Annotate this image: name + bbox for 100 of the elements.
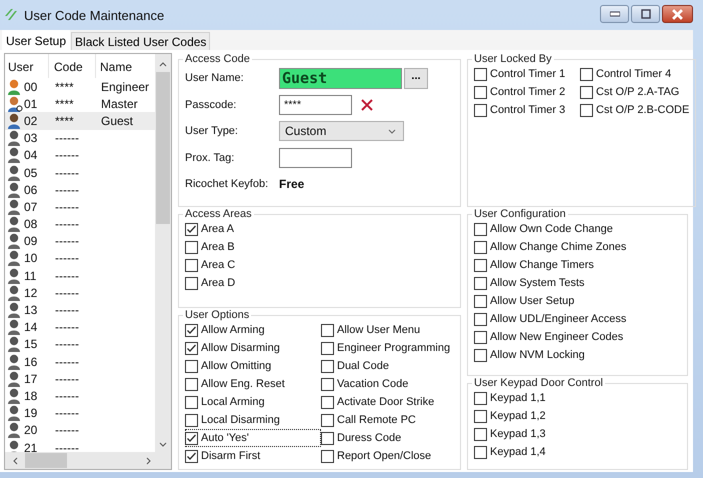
user-row[interactable]: 07 ------ — [5, 198, 156, 216]
checkbox-label[interactable]: Disarm First — [201, 450, 260, 462]
scroll-left-icon[interactable] — [13, 457, 18, 465]
checkbox-label[interactable]: Local Arming — [201, 396, 265, 408]
checkbox-label[interactable]: Area B — [201, 241, 235, 253]
user-row[interactable]: 12 ------ — [5, 284, 156, 302]
column-header[interactable]: Name — [96, 54, 152, 78]
checkbox-label[interactable]: Local Disarming — [201, 414, 280, 426]
checkbox[interactable] — [185, 258, 198, 272]
checkbox[interactable] — [185, 240, 198, 254]
user-row[interactable]: 01 **** Master — [5, 95, 156, 112]
prox-tag-field[interactable] — [279, 148, 352, 168]
checkbox-label[interactable]: Activate Door Strike — [337, 396, 434, 408]
checkbox-label[interactable]: Keypad 1,1 — [490, 392, 546, 404]
checkbox-label[interactable]: Area D — [201, 277, 236, 289]
checkbox[interactable] — [185, 432, 198, 444]
column-header[interactable]: Code — [49, 54, 96, 78]
checkbox[interactable] — [474, 276, 487, 290]
checkbox[interactable] — [474, 294, 487, 308]
checkbox[interactable] — [185, 414, 198, 426]
checkbox-label[interactable]: Allow UDL/Engineer Access — [490, 313, 626, 325]
checkbox-label[interactable]: Area C — [201, 259, 236, 271]
checkbox[interactable] — [321, 450, 334, 462]
checkbox[interactable] — [321, 324, 334, 336]
checkbox-label[interactable]: Dual Code — [337, 360, 389, 372]
checkbox[interactable] — [185, 276, 198, 290]
user-row[interactable]: 04 ------ — [5, 146, 156, 164]
checkbox-label[interactable]: Cst O/P 2.B-CODE — [596, 104, 690, 116]
user-type-dropdown[interactable]: Custom — [279, 121, 404, 142]
checkbox-label[interactable]: Allow New Engineer Codes — [490, 331, 624, 343]
user-row[interactable]: 15 ------ — [5, 336, 156, 353]
checkbox[interactable] — [321, 432, 334, 444]
checkbox-label[interactable]: Allow NVM Locking — [490, 349, 585, 361]
checkbox[interactable] — [474, 330, 487, 344]
user-row[interactable]: 05 ------ — [5, 164, 156, 182]
close-button[interactable] — [662, 5, 693, 23]
user-row[interactable]: 03 ------ — [5, 130, 156, 147]
checkbox-label[interactable]: Vacation Code — [337, 378, 408, 390]
user-row[interactable]: 17 ------ — [5, 370, 156, 388]
checkbox[interactable] — [474, 348, 487, 362]
checkbox-label[interactable]: Allow Arming — [201, 324, 265, 336]
checkbox-label[interactable]: Control Timer 3 — [490, 104, 566, 116]
user-row[interactable]: 00 **** Engineer — [5, 78, 156, 96]
checkbox-label[interactable]: Report Open/Close — [337, 450, 432, 462]
checkbox[interactable] — [321, 360, 334, 372]
checkbox-label[interactable]: Allow Eng. Reset — [201, 378, 285, 390]
checkbox[interactable] — [185, 396, 198, 408]
checkbox[interactable] — [185, 360, 198, 372]
checkbox[interactable] — [321, 414, 334, 426]
checkbox[interactable] — [474, 258, 487, 272]
scroll-right-icon[interactable] — [146, 457, 151, 465]
checkbox[interactable] — [474, 222, 487, 236]
checkbox-label[interactable]: Allow User Setup — [490, 295, 574, 307]
user-row[interactable]: 19 ------ — [5, 404, 156, 422]
vertical-scrollbar[interactable] — [155, 54, 171, 452]
checkbox-label[interactable]: Control Timer 4 — [596, 68, 672, 80]
clear-icon[interactable] — [361, 98, 373, 111]
minimize-button[interactable] — [600, 5, 629, 23]
maximize-button[interactable] — [631, 5, 660, 23]
checkbox-label[interactable]: Allow Change Timers — [490, 259, 594, 271]
checkbox[interactable] — [474, 86, 487, 98]
checkbox-label[interactable]: Area A — [201, 223, 234, 235]
checkbox-label[interactable]: Cst O/P 2.A-TAG — [596, 86, 680, 98]
scroll-down-icon[interactable] — [159, 442, 167, 447]
user-row[interactable]: 11 ------ — [5, 267, 156, 284]
user-row[interactable]: 09 ------ — [5, 232, 156, 250]
checkbox-label[interactable]: Auto 'Yes' — [201, 432, 249, 444]
checkbox[interactable] — [474, 428, 487, 440]
checkbox[interactable] — [185, 378, 198, 390]
checkbox[interactable] — [321, 378, 334, 390]
checkbox[interactable] — [474, 410, 487, 422]
checkbox-label[interactable]: Allow Change Chime Zones — [490, 241, 626, 253]
checkbox[interactable] — [580, 86, 593, 98]
checkbox[interactable] — [580, 104, 593, 116]
user-row[interactable]: 02 **** Guest — [5, 112, 156, 130]
user-row[interactable]: 10 ------ — [5, 250, 156, 268]
checkbox-label[interactable]: Keypad 1,3 — [490, 428, 546, 440]
checkbox[interactable] — [185, 342, 198, 354]
checkbox-label[interactable]: Engineer Programming — [337, 342, 450, 354]
checkbox[interactable] — [185, 222, 198, 236]
checkbox-label[interactable]: Allow System Tests — [490, 277, 585, 289]
horizontal-scrollbar[interactable] — [5, 452, 171, 469]
checkbox[interactable] — [321, 342, 334, 354]
user-row[interactable]: 06 ------ — [5, 181, 156, 198]
checkbox[interactable] — [185, 450, 198, 462]
column-header[interactable]: User — [5, 54, 49, 78]
checkbox-label[interactable]: Allow Disarming — [201, 342, 280, 354]
checkbox-label[interactable]: Call Remote PC — [337, 414, 416, 426]
user-row[interactable]: 13 ------ — [5, 301, 156, 319]
browse-button[interactable]: ... — [404, 68, 428, 89]
checkbox[interactable] — [321, 396, 334, 408]
checkbox-label[interactable]: Control Timer 2 — [490, 86, 566, 98]
checkbox-label[interactable]: Allow User Menu — [337, 324, 420, 336]
user-row[interactable]: 08 ------ — [5, 216, 156, 233]
checkbox-label[interactable]: Keypad 1,4 — [490, 446, 546, 458]
checkbox[interactable] — [474, 104, 487, 116]
passcode-field[interactable]: **** — [279, 94, 352, 115]
user-row[interactable]: 20 ------ — [5, 422, 156, 439]
user-row[interactable]: 14 ------ — [5, 318, 156, 336]
checkbox[interactable] — [474, 68, 487, 80]
